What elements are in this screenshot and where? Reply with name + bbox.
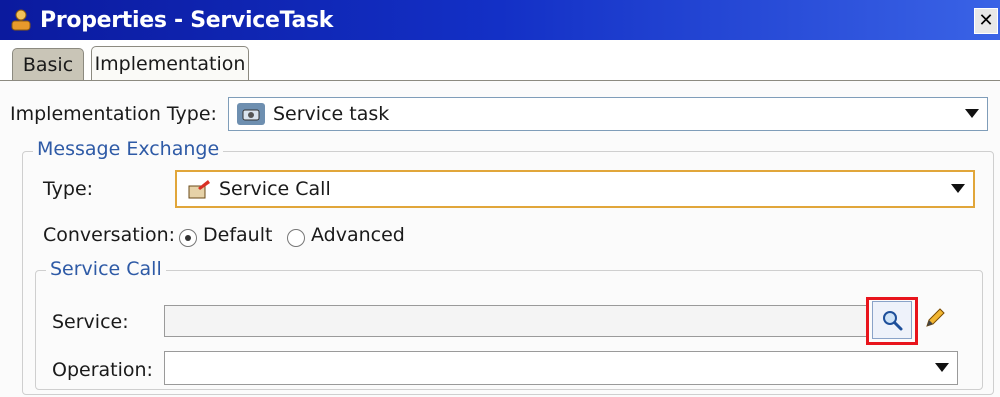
operation-dropdown[interactable] — [164, 351, 958, 385]
title-bar: Properties - ServiceTask ✕ — [0, 0, 1000, 40]
operation-label: Operation: — [52, 359, 153, 381]
service-field[interactable] — [164, 305, 868, 337]
chevron-down-icon — [951, 184, 965, 193]
radio-advanced[interactable] — [287, 229, 305, 247]
properties-icon — [6, 5, 36, 35]
type-label: Type: — [43, 178, 94, 200]
conversation-label: Conversation: — [43, 224, 176, 246]
chevron-down-icon — [965, 109, 979, 118]
service-label: Service: — [52, 311, 129, 333]
message-exchange-group: Message Exchange Type: Service Call Conv… — [22, 138, 994, 395]
service-call-legend: Service Call — [46, 258, 166, 280]
implementation-type-value: Service task — [273, 103, 390, 125]
message-type-value: Service Call — [219, 178, 331, 200]
edit-pencil-icon[interactable] — [920, 303, 950, 333]
tab-strip: Basic Implementation — [0, 40, 1000, 82]
tab-basic[interactable]: Basic — [12, 48, 84, 80]
radio-default[interactable] — [179, 229, 197, 247]
chevron-down-icon — [935, 363, 949, 372]
service-call-group: Service Call Service: Operation: — [35, 258, 983, 390]
message-exchange-legend: Message Exchange — [33, 138, 224, 160]
message-type-dropdown[interactable]: Service Call — [175, 170, 975, 208]
window-title: Properties - ServiceTask — [40, 7, 334, 33]
radio-advanced-label: Advanced — [311, 224, 405, 246]
close-icon[interactable]: ✕ — [974, 8, 998, 34]
implementation-panel: Implementation Type: Service task Messag… — [0, 80, 1000, 397]
implementation-type-dropdown[interactable]: Service task — [228, 97, 988, 131]
service-call-icon — [185, 177, 213, 201]
service-task-icon — [237, 103, 265, 125]
implementation-type-label: Implementation Type: — [10, 103, 217, 125]
tab-implementation[interactable]: Implementation — [91, 46, 249, 80]
highlight-box — [866, 297, 918, 345]
radio-default-label: Default — [203, 224, 273, 246]
